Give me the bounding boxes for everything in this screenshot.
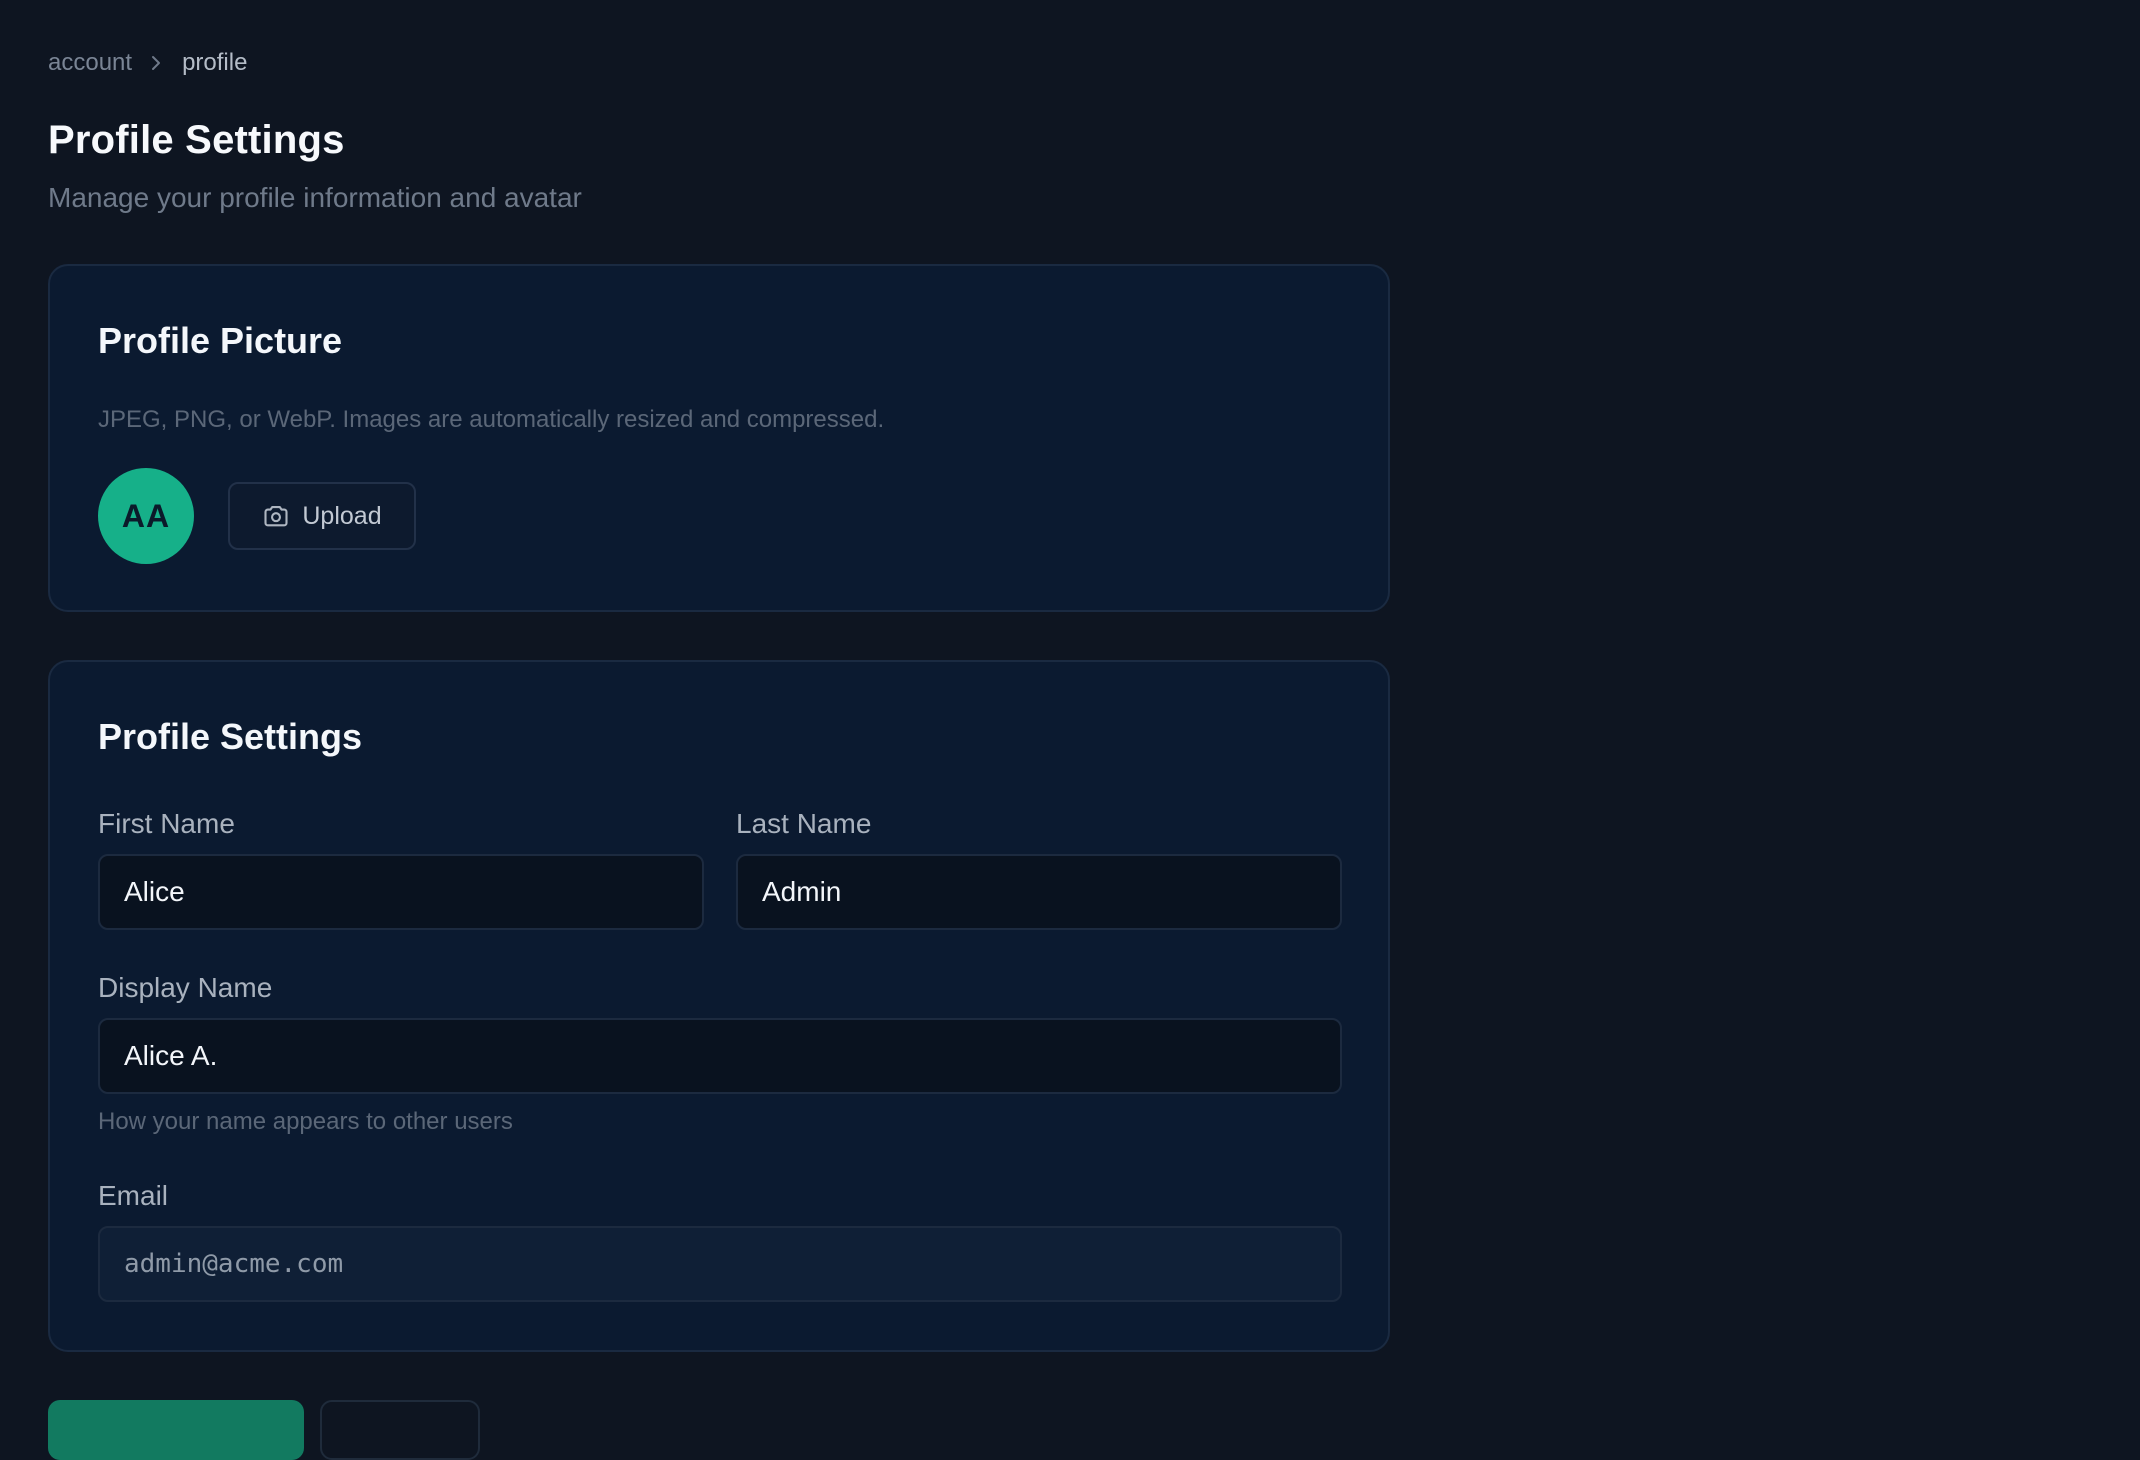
profile-picture-card: Profile Picture JPEG, PNG, or WebP. Imag… <box>48 264 1390 612</box>
display-name-label: Display Name <box>98 972 273 1003</box>
last-name-input[interactable] <box>736 854 1342 930</box>
profile-picture-hint: JPEG, PNG, or WebP. Images are automatic… <box>98 406 885 433</box>
chevron-right-icon <box>152 56 161 70</box>
profile-settings-card-title: Profile Settings <box>98 716 363 757</box>
save-button[interactable] <box>48 1400 304 1460</box>
page-title: Profile Settings <box>48 118 345 162</box>
profile-picture-title: Profile Picture <box>98 320 343 361</box>
email-label: Email <box>98 1180 169 1211</box>
cancel-button[interactable] <box>320 1400 480 1460</box>
avatar: AA <box>98 468 194 564</box>
camera-icon <box>264 505 288 527</box>
email-field[interactable] <box>98 1226 1342 1302</box>
breadcrumb-account-link[interactable]: account <box>48 47 132 79</box>
upload-button[interactable]: Upload <box>228 482 416 550</box>
first-name-label: First Name <box>98 808 235 839</box>
last-name-label: Last Name <box>736 808 872 839</box>
page-subtitle: Manage your profile information and avat… <box>48 182 582 213</box>
display-name-help: How your name appears to other users <box>98 1108 513 1135</box>
profile-settings-card: Profile Settings First Name Last Name Di… <box>48 660 1390 1352</box>
first-name-input[interactable] <box>98 854 704 930</box>
upload-button-label: Upload <box>302 501 382 530</box>
display-name-input[interactable] <box>98 1018 1342 1094</box>
breadcrumb-current: profile <box>182 49 248 76</box>
breadcrumb: account profile <box>48 47 247 79</box>
